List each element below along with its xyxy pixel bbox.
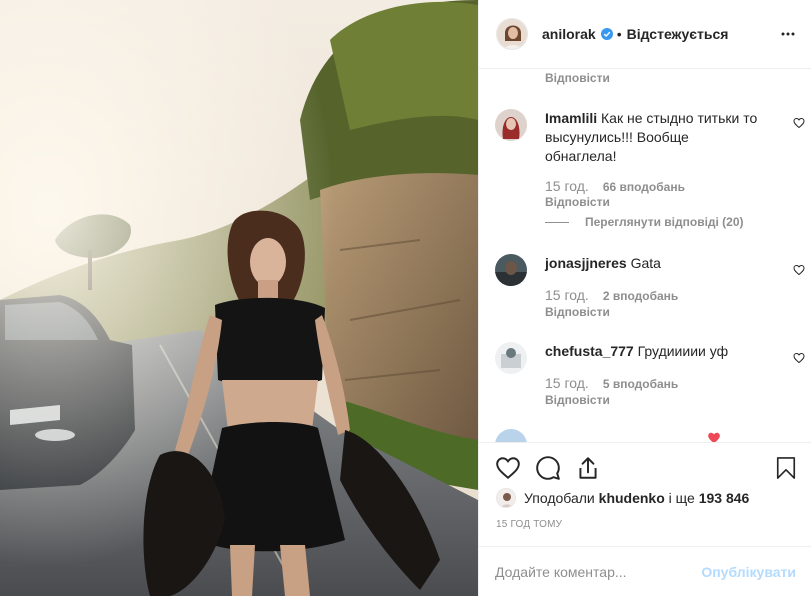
comments-list[interactable]: Відповісти Imamlili Как не стыдно титьки… — [479, 69, 811, 442]
view-replies-button[interactable]: Переглянути відповіді (20) — [545, 215, 744, 229]
liker-username-link[interactable]: khudenko — [599, 490, 665, 506]
author-avatar[interactable] — [496, 18, 528, 50]
comment-likes-count[interactable]: 2 вподобань — [603, 289, 678, 303]
share-icon[interactable] — [575, 455, 601, 481]
comment-text: Gata — [630, 255, 661, 271]
following-button[interactable]: Відстежується — [627, 26, 729, 42]
comment-heart-icon[interactable] — [793, 352, 805, 364]
bookmark-icon[interactable] — [775, 455, 797, 481]
comment-body: chefusta_777 Грудиииии уф — [545, 342, 760, 361]
red-heart-emoji-icon — [708, 432, 720, 442]
reply-link[interactable]: Відповісти — [545, 71, 610, 85]
comment-heart-icon[interactable] — [793, 264, 805, 276]
liker-avatar[interactable] — [496, 488, 516, 508]
comment-time[interactable]: 15 год. — [545, 375, 589, 391]
heart-icon[interactable] — [495, 455, 521, 481]
post-side-panel: anilorak • Відстежується Відповісти Imam… — [478, 0, 811, 596]
comment-icon[interactable] — [535, 455, 561, 481]
comment-meta: 15 год. 66 вподобань — [545, 178, 685, 194]
header-separator: • — [616, 26, 622, 42]
reply-link[interactable]: Відповісти — [545, 195, 610, 209]
comment-item: jonasjjneres Gata 15 год. 2 вподобань Від… — [495, 254, 805, 324]
commenter-username[interactable]: Imamlili — [545, 110, 597, 126]
view-replies-line — [545, 221, 569, 223]
comment-likes-count[interactable]: 5 вподобань — [603, 377, 678, 391]
commenter-avatar-image — [495, 109, 527, 141]
comment-meta: 15 год. 2 вподобань — [545, 287, 678, 303]
commenter-avatar-image — [495, 254, 527, 286]
post-photo[interactable] — [0, 0, 478, 596]
comment-time[interactable]: 15 год. — [545, 178, 589, 194]
comment-meta: 15 год. 5 вподобань — [545, 375, 678, 391]
author-username-link[interactable]: anilorak — [542, 26, 596, 42]
likes-count-link[interactable]: 193 846 — [699, 490, 750, 506]
post-header: anilorak • Відстежується — [479, 0, 811, 69]
publish-button[interactable]: Опублікувати — [701, 564, 796, 580]
commenter-username[interactable]: jonasjjneres — [545, 255, 627, 271]
comment-heart-icon[interactable] — [793, 117, 805, 129]
author-avatar-image — [497, 19, 527, 49]
reply-link[interactable]: Відповісти — [545, 393, 610, 407]
comment-body: Imamlili Как не стыдно титьки то высунул… — [545, 109, 760, 166]
action-bar — [479, 442, 811, 482]
liker-avatar-image — [497, 489, 515, 507]
likes-prefix: Уподобали — [524, 490, 595, 506]
post-timestamp[interactable]: 15 ГОД ТОМУ — [496, 519, 562, 530]
commenter-avatar[interactable] — [495, 254, 527, 286]
commenter-avatar[interactable] — [495, 109, 527, 141]
comment-time[interactable]: 15 год. — [545, 287, 589, 303]
more-options-icon[interactable] — [780, 26, 796, 42]
instagram-post: anilorak • Відстежується Відповісти Imam… — [0, 0, 811, 596]
commenter-avatar-image — [495, 429, 527, 442]
comment-input[interactable] — [495, 563, 702, 580]
commenter-avatar-image — [495, 342, 527, 374]
verified-badge-icon — [600, 28, 613, 40]
comment-item: chefusta_777 Грудиииии уф 15 год. 5 вподо… — [495, 342, 805, 412]
commenter-username[interactable]: chefusta_777 — [545, 343, 634, 359]
add-comment-form: Опублікувати — [479, 546, 811, 596]
commenter-avatar[interactable] — [495, 429, 527, 442]
comment-body: jonasjjneres Gata — [545, 254, 760, 273]
photo-illustration — [0, 0, 478, 596]
comment-likes-count[interactable]: 66 вподобань — [603, 180, 685, 194]
view-replies-label: Переглянути відповіді (20) — [585, 215, 744, 229]
commenter-avatar[interactable] — [495, 342, 527, 374]
reply-link[interactable]: Відповісти — [545, 305, 610, 319]
likes-summary: Уподобали khudenko і ще 193 846 — [496, 488, 749, 508]
comment-text: Грудиииии уф — [637, 343, 729, 359]
comment-item-partial — [495, 429, 795, 442]
likes-and-text: і ще — [668, 490, 695, 506]
